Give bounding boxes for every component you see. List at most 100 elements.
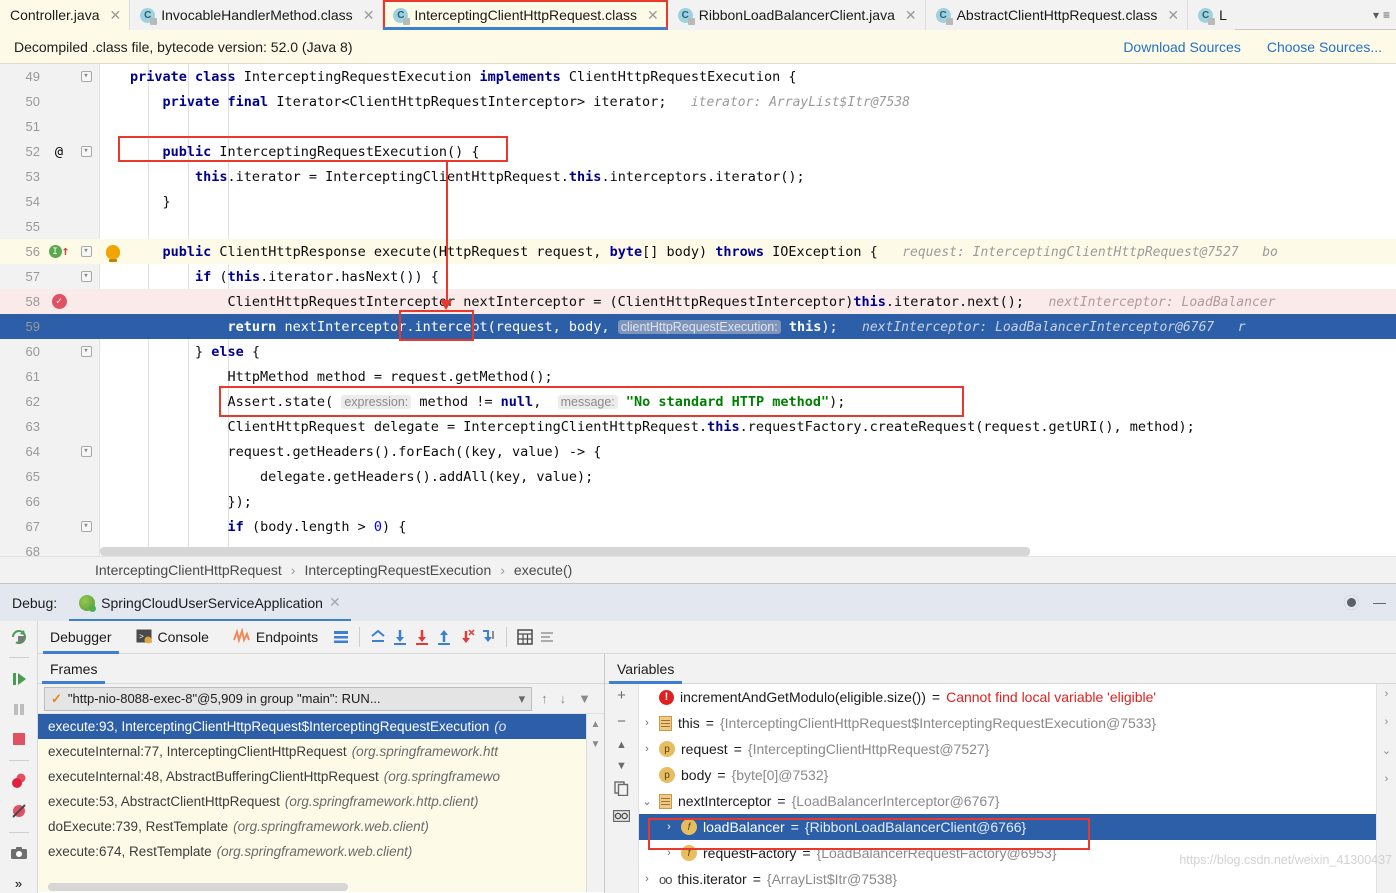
tab-console[interactable]: > Console: [124, 621, 221, 654]
fold-marker[interactable]: ▾: [72, 446, 100, 457]
code-line[interactable]: 58 ✓ ClientHttpRequestInterceptor nextInt…: [0, 289, 1396, 314]
frames-list[interactable]: execute:93, InterceptingClientHttpReques…: [38, 714, 604, 892]
step-over-icon[interactable]: [389, 626, 411, 648]
fold-marker[interactable]: ▾: [72, 346, 100, 357]
filter-icon[interactable]: ▼: [578, 691, 591, 706]
force-step-into-icon[interactable]: [455, 626, 477, 648]
code-line[interactable]: 57 ▾ if (this.iterator.hasNext()) {: [0, 264, 1396, 289]
code-line[interactable]: 54 }: [0, 189, 1396, 214]
chevron-right-icon[interactable]: ›: [663, 821, 675, 833]
tab-intercepting-client-http-request[interactable]: C InterceptingClientHttpRequest.class ✕: [383, 0, 668, 30]
expand-right-icon[interactable]: ›: [1385, 716, 1389, 728]
rerun-icon[interactable]: [9, 627, 29, 646]
copy-value-icon[interactable]: [614, 781, 629, 800]
code-fold-icon[interactable]: ▾: [80, 521, 92, 532]
variables-tree[interactable]: + − ▲ ▼ ! incrementAndGetModulo(eligible.…: [605, 684, 1396, 893]
frames-scroll-buttons[interactable]: ▲ ▼: [586, 714, 604, 892]
code-text[interactable]: } else {: [100, 344, 1396, 360]
code-text[interactable]: if (body.length > 0) {: [100, 519, 1396, 535]
code-line[interactable]: 67 ▾ if (body.length > 0) {: [0, 514, 1396, 539]
code-line[interactable]: 63 ClientHttpRequest delegate = Intercep…: [0, 414, 1396, 439]
code-text[interactable]: public ClientHttpResponse execute(HttpRe…: [126, 244, 1396, 260]
tab-abstract-client-http-request[interactable]: C AbstractClientHttpRequest.class ✕: [925, 0, 1189, 30]
fold-marker[interactable]: ▾: [72, 71, 100, 82]
frames-down-icon[interactable]: ↓: [560, 691, 567, 706]
chevron-right-icon[interactable]: ›: [641, 873, 653, 885]
close-icon[interactable]: ✕: [905, 7, 917, 24]
close-icon[interactable]: ✕: [329, 594, 341, 611]
frames-horizontal-scrollbar[interactable]: [48, 883, 348, 891]
code-fold-icon[interactable]: ▾: [80, 271, 92, 282]
code-line[interactable]: 56 I ↑ ▾ public ClientHttpResponse execute(…: [0, 239, 1396, 264]
code-line[interactable]: 52 @ ▾ public InterceptingRequestExecution…: [0, 139, 1396, 164]
download-sources-link[interactable]: Download Sources: [1123, 39, 1241, 55]
fold-marker[interactable]: ▾: [72, 521, 100, 532]
code-text[interactable]: });: [100, 494, 1396, 510]
evaluate-expression-icon[interactable]: [514, 626, 536, 648]
chevron-down-icon[interactable]: ▾: [519, 691, 526, 707]
scroll-down-icon[interactable]: ▼: [591, 739, 601, 750]
code-line[interactable]: 51: [0, 114, 1396, 139]
tab-list-icon[interactable]: ≡: [1383, 8, 1390, 22]
frame-row[interactable]: doExecute:739, RestTemplate (org.springfr…: [38, 814, 604, 839]
gear-icon[interactable]: [1344, 595, 1359, 610]
gutter-marker[interactable]: ✓: [46, 294, 72, 309]
expand-right-icon[interactable]: ›: [1385, 688, 1389, 700]
variable-row[interactable]: ! incrementAndGetModulo(eligible.size()) =…: [605, 684, 1396, 710]
thread-selector[interactable]: ✓ "http-nio-8088-exec-8"@5,909 in group …: [44, 686, 533, 711]
code-text[interactable]: }: [100, 194, 1396, 210]
frame-row[interactable]: execute:674, RestTemplate (org.springfram…: [38, 839, 604, 864]
code-text[interactable]: ClientHttpRequest delegate = Interceptin…: [100, 419, 1396, 435]
add-watch-icon[interactable]: +: [617, 687, 626, 704]
code-line[interactable]: 53 this.iterator = InterceptingClientHtt…: [0, 164, 1396, 189]
editor-horizontal-scrollbar[interactable]: [100, 547, 1030, 556]
chevron-right-icon[interactable]: ›: [663, 847, 675, 859]
tab-controller-java[interactable]: Controller.java ✕: [0, 0, 131, 30]
breakpoint-icon[interactable]: ✓: [51, 294, 67, 309]
code-fold-icon[interactable]: ▾: [80, 71, 92, 82]
more-actions-icon[interactable]: »: [9, 874, 29, 893]
scroll-up-icon[interactable]: ▲: [591, 719, 601, 730]
remove-watch-icon[interactable]: −: [617, 713, 626, 730]
frame-row[interactable]: executeInternal:77, InterceptingClientHt…: [38, 739, 604, 764]
expand-right-icon[interactable]: ›: [1385, 773, 1389, 785]
minimize-icon[interactable]: —: [1373, 595, 1386, 610]
fold-marker[interactable]: ▾: [72, 246, 100, 257]
close-icon[interactable]: ✕: [363, 7, 375, 24]
code-fold-icon[interactable]: ▾: [80, 346, 92, 357]
tab-partial-next[interactable]: C L: [1188, 0, 1235, 30]
code-text[interactable]: ClientHttpRequestInterceptor nextInterce…: [100, 294, 1396, 310]
gutter-marker[interactable]: I ↑: [46, 244, 72, 259]
close-icon[interactable]: ✕: [110, 7, 122, 24]
code-fold-icon[interactable]: ▾: [80, 246, 92, 257]
code-text[interactable]: request.getHeaders().forEach((key, value…: [100, 444, 1396, 460]
code-fold-icon[interactable]: ▾: [80, 146, 92, 157]
gutter-marker[interactable]: @: [46, 144, 72, 160]
breadcrumb-item-class[interactable]: InterceptingClientHttpRequest: [95, 562, 282, 578]
code-text[interactable]: delegate.getHeaders().addAll(key, value)…: [100, 469, 1396, 485]
variable-row[interactable]: ⌄ nextInterceptor = {LoadBalancerIntercepto…: [605, 788, 1396, 814]
choose-sources-link[interactable]: Choose Sources...: [1267, 39, 1382, 55]
chevron-right-icon[interactable]: ›: [641, 743, 653, 755]
code-line[interactable]: 64 ▾ request.getHeaders().forEach((key, v…: [0, 439, 1396, 464]
chevron-right-icon[interactable]: ›: [641, 717, 653, 729]
variable-row[interactable]: › oo this.iterator = {ArrayList$Itr@7538}: [605, 866, 1396, 892]
code-line[interactable]: 55: [0, 214, 1396, 239]
code-text[interactable]: public InterceptingRequestExecution() {: [100, 144, 1396, 160]
frame-row[interactable]: execute:93, InterceptingClientHttpReques…: [38, 714, 604, 739]
run-to-cursor-icon[interactable]: [477, 626, 499, 648]
code-line[interactable]: 66 });: [0, 489, 1396, 514]
view-breakpoints-icon[interactable]: [9, 771, 29, 790]
code-text[interactable]: private final Iterator<ClientHttpRequest…: [100, 94, 1396, 110]
tab-invocable-handler-method[interactable]: C InvocableHandlerMethod.class ✕: [130, 0, 384, 30]
frame-row[interactable]: execute:53, AbstractClientHttpRequest (or…: [38, 789, 604, 814]
run-configuration-tab[interactable]: SpringCloudUserServiceApplication ✕: [69, 584, 351, 622]
code-line[interactable]: 49 ▾ private class InterceptingRequestExec…: [0, 64, 1396, 89]
lightbulb-icon[interactable]: [106, 244, 120, 262]
layout-settings-icon[interactable]: [330, 626, 352, 648]
code-line[interactable]: 61 HttpMethod method = request.getMethod…: [0, 364, 1396, 389]
collapse-down-icon[interactable]: ⌄: [1382, 744, 1391, 757]
frames-up-icon[interactable]: ↑: [541, 691, 548, 706]
breadcrumb-item-inner-class[interactable]: InterceptingRequestExecution: [304, 562, 491, 578]
code-text[interactable]: Assert.state( expression: method != null…: [100, 394, 1396, 410]
